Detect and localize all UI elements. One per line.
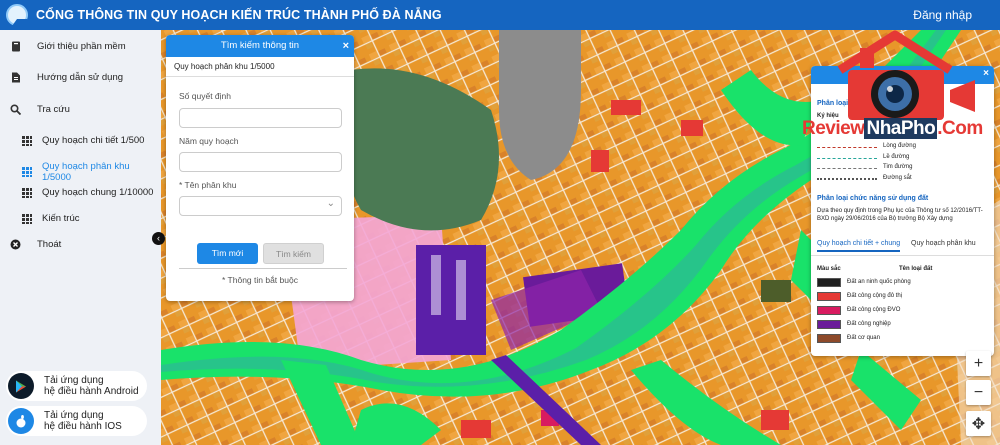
sidebar-item-label: Kiến trúc bbox=[42, 213, 80, 224]
search-icon bbox=[10, 104, 21, 115]
decision-number-label: Số quyết định bbox=[179, 91, 231, 101]
city-logo-icon bbox=[6, 4, 32, 26]
search-panel-title: Tìm kiếm thông tin bbox=[220, 40, 300, 51]
sidebar-item-label: Tra cứu bbox=[37, 104, 70, 115]
watermark-com: .Com bbox=[937, 118, 983, 139]
app-title: CỔNG THÔNG TIN QUY HOẠCH KIẾN TRÚC THÀNH… bbox=[36, 8, 442, 22]
search-panel-subtitle: Quy hoạch phân khu 1/5000 bbox=[166, 57, 354, 77]
legend-line-centerline bbox=[817, 168, 877, 169]
sidebar-item-general-plan[interactable]: Quy hoạch chung 1/10000 bbox=[22, 187, 153, 198]
sidebar-item-lookup[interactable]: Tra cứu bbox=[10, 104, 70, 115]
zoom-out-button[interactable]: − bbox=[966, 380, 991, 405]
legend-note: Dựa theo quy định trong Phụ lục của Thôn… bbox=[817, 208, 983, 222]
search-button[interactable]: Tìm kiếm bbox=[263, 243, 324, 264]
document-icon bbox=[10, 72, 21, 83]
play-store-icon bbox=[8, 373, 34, 399]
new-search-button[interactable]: Tìm mới bbox=[197, 243, 258, 264]
sidebar-item-architecture[interactable]: Kiến trúc bbox=[22, 213, 80, 224]
legend-swatch bbox=[817, 306, 841, 315]
header-bar: CỔNG THÔNG TIN QUY HOẠCH KIẾN TRÚC THÀNH… bbox=[0, 0, 1000, 30]
legend-swatch bbox=[817, 292, 841, 301]
android-app-button[interactable]: Tải ứng dụng hệ điều hành Android bbox=[6, 371, 147, 401]
search-panel: Tìm kiếm thông tin × Quy hoạch phân khu … bbox=[166, 35, 354, 301]
decision-number-input[interactable] bbox=[179, 108, 342, 128]
close-circle-icon bbox=[10, 239, 21, 250]
grid-icon bbox=[22, 213, 32, 224]
watermark-nhapho: NhaPho bbox=[864, 118, 938, 139]
tab-zoning[interactable]: Quy hoạch phân khu bbox=[911, 240, 976, 247]
sidebar-item-label: Quy hoạch chung 1/10000 bbox=[42, 187, 154, 198]
grid-icon bbox=[22, 167, 32, 177]
sidebar-item-exit[interactable]: Thoát bbox=[10, 239, 61, 250]
sidebar-item-label: Hướng dẫn sử dụng bbox=[37, 72, 124, 83]
planning-year-input[interactable] bbox=[179, 152, 342, 172]
legend-land-label: Đất an ninh quốc phòng bbox=[847, 279, 911, 285]
legend-line-label: Tim đường bbox=[883, 164, 913, 170]
legend-col-type: Tên loại đất bbox=[899, 266, 933, 272]
sidebar-item-label: Quy hoạch chi tiết 1/500 bbox=[42, 135, 145, 146]
legend-line-label: Lề đường bbox=[883, 154, 910, 160]
sidebar-item-label: Giới thiệu phần mềm bbox=[37, 41, 126, 52]
required-note: * Thông tin bắt buộc bbox=[222, 275, 298, 285]
legend-land-label: Đất công cộng ĐVO bbox=[847, 307, 901, 313]
legend-land-label: Đất công nghiệp bbox=[847, 321, 891, 327]
zone-name-label: * Tên phân khu bbox=[179, 180, 237, 190]
android-line2: hệ điều hành Android bbox=[44, 386, 139, 397]
close-icon[interactable]: × bbox=[343, 35, 349, 57]
legend-line-label: Đường sắt bbox=[883, 175, 912, 181]
ios-line1: Tải ứng dụng bbox=[44, 410, 104, 421]
grid-icon bbox=[22, 187, 32, 198]
legend-tabs: Quy hoạch chi tiết + chung Quy hoạch phâ… bbox=[811, 238, 994, 256]
sidebar-collapse-button[interactable]: ‹ bbox=[152, 232, 165, 245]
reviewnhapho-watermark: Review NhaPho .Com bbox=[800, 30, 995, 142]
tab-detail-general[interactable]: Quy hoạch chi tiết + chung bbox=[817, 240, 901, 252]
grid-icon bbox=[22, 135, 32, 146]
zoom-in-button[interactable]: + bbox=[966, 351, 991, 376]
move-icon[interactable]: ✥ bbox=[966, 411, 991, 436]
legend-swatch bbox=[817, 278, 841, 287]
sidebar-item-intro[interactable]: Giới thiệu phần mềm bbox=[10, 41, 126, 52]
legend-land-label: Đất công cộng đô thị bbox=[847, 293, 903, 299]
book-icon bbox=[10, 41, 21, 52]
sidebar-item-guide[interactable]: Hướng dẫn sử dụng bbox=[10, 72, 123, 83]
legend-line-roadway bbox=[817, 147, 877, 148]
watermark-review: Review bbox=[802, 118, 865, 139]
legend-col-color: Màu sắc bbox=[817, 266, 841, 272]
ios-line2: hệ điều hành IOS bbox=[44, 421, 122, 432]
house-camera-logo-icon bbox=[837, 30, 975, 120]
legend-line-railway bbox=[817, 178, 877, 180]
legend-land-label: Đất cơ quan bbox=[847, 335, 880, 341]
legend-line-sidewalk bbox=[817, 158, 877, 159]
planning-year-label: Năm quy hoạch bbox=[179, 136, 239, 146]
divider bbox=[179, 268, 347, 269]
apple-icon bbox=[8, 408, 34, 434]
ios-app-button[interactable]: Tải ứng dụng hệ điều hành IOS bbox=[6, 406, 147, 436]
legend-section-land-use: Phân loại chức năng sử dụng đất bbox=[817, 195, 929, 202]
android-line1: Tải ứng dụng bbox=[44, 375, 104, 386]
legend-swatch bbox=[817, 320, 841, 329]
zone-name-select[interactable] bbox=[179, 196, 342, 216]
legend-line-label: Lòng đường bbox=[883, 143, 916, 149]
sidebar-item-zoning-plan[interactable]: Quy hoạch phân khu 1/5000 bbox=[22, 161, 161, 183]
legend-swatch bbox=[817, 334, 841, 343]
sidebar-item-label: Quy hoạch phân khu 1/5000 bbox=[41, 161, 130, 183]
sidebar-item-detail-plan[interactable]: Quy hoạch chi tiết 1/500 bbox=[22, 135, 144, 146]
login-link[interactable]: Đăng nhập bbox=[913, 8, 972, 22]
sidebar-item-label: Thoát bbox=[37, 239, 62, 250]
sidebar: Giới thiệu phần mềm Hướng dẫn sử dụng Tr… bbox=[0, 30, 161, 445]
